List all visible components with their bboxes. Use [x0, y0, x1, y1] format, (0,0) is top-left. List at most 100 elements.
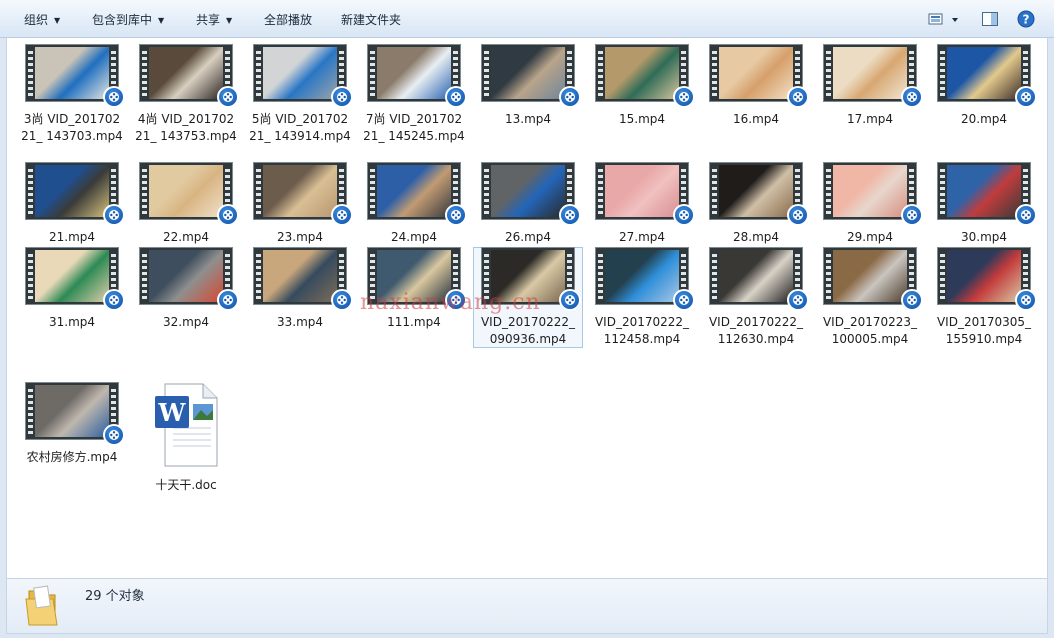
file-item-video[interactable]: 27.mp4	[587, 162, 697, 246]
file-item-video[interactable]: 13.mp4	[473, 44, 583, 128]
word-document-icon: W	[153, 382, 219, 468]
file-name-label: 16.mp4	[732, 112, 780, 126]
file-item-video[interactable]: 15.mp4	[587, 44, 697, 128]
file-name-label: VID_20170223_ 100005.mp4	[822, 315, 918, 346]
video-reel-icon	[217, 289, 239, 311]
video-thumbnail	[481, 44, 581, 108]
video-thumbnail	[937, 247, 1037, 311]
include-in-library-label: 包含到库中	[92, 13, 153, 27]
file-item-video[interactable]: 20.mp4	[929, 44, 1039, 128]
video-thumbnail	[937, 162, 1037, 226]
file-item-video[interactable]: 3尚 VID_20170221_ 143703.mp4	[17, 44, 127, 145]
video-reel-icon	[445, 289, 467, 311]
file-item-video[interactable]: VID_20170305_ 155910.mp4	[929, 247, 1039, 348]
view-options-chevron-down-icon[interactable]	[948, 10, 962, 28]
file-item-video[interactable]: 16.mp4	[701, 44, 811, 128]
video-reel-icon	[559, 289, 581, 311]
file-item-video[interactable]: 26.mp4	[473, 162, 583, 246]
video-thumbnail	[25, 44, 125, 108]
file-item-video[interactable]: 22.mp4	[131, 162, 241, 246]
include-in-library-button[interactable]: 包含到库中 ▼	[92, 11, 164, 29]
file-item-video[interactable]: VID_20170222_ 090936.mp4	[473, 247, 583, 348]
video-thumbnail	[595, 44, 695, 108]
file-item-video[interactable]: 17.mp4	[815, 44, 925, 128]
file-item-video[interactable]: 31.mp4	[17, 247, 127, 331]
file-item-video[interactable]: 111.mp4	[359, 247, 469, 331]
organize-button[interactable]: 组织 ▼	[24, 11, 60, 29]
video-thumbnail	[709, 247, 809, 311]
file-item-video[interactable]: 7尚 VID_20170221_ 145245.mp4	[359, 44, 469, 145]
video-reel-icon	[445, 204, 467, 226]
video-thumbnail	[823, 44, 923, 108]
video-reel-icon	[787, 204, 809, 226]
file-name-label: 111.mp4	[387, 315, 441, 329]
video-thumbnail	[709, 162, 809, 226]
new-folder-button[interactable]: 新建文件夹	[341, 11, 401, 29]
video-thumbnail	[367, 247, 467, 311]
file-name-label: 4尚 VID_20170221_ 143753.mp4	[135, 112, 237, 143]
file-name-label: 28.mp4	[732, 230, 780, 244]
file-item-video[interactable]: 24.mp4	[359, 162, 469, 246]
video-reel-icon	[1015, 204, 1037, 226]
details-pane: 29 个对象	[6, 578, 1048, 634]
chevron-down-icon: ▼	[54, 16, 61, 25]
video-thumbnail	[709, 44, 809, 108]
video-reel-icon	[103, 289, 125, 311]
file-name-label: 21.mp4	[48, 230, 96, 244]
play-all-button[interactable]: 全部播放	[264, 11, 312, 29]
file-name-label: 29.mp4	[846, 230, 894, 244]
video-reel-icon	[787, 86, 809, 108]
help-icon[interactable]: ?	[1017, 10, 1035, 28]
file-name-label: 15.mp4	[618, 112, 666, 126]
new-folder-label: 新建文件夹	[341, 13, 402, 27]
file-list-pane[interactable]: 3尚 VID_20170221_ 143703.mp4 4尚 VID_201702…	[6, 38, 1048, 578]
video-thumbnail	[25, 162, 125, 226]
file-item-video[interactable]: 28.mp4	[701, 162, 811, 246]
video-reel-icon	[1015, 289, 1037, 311]
file-name-label: 5尚 VID_20170221_ 143914.mp4	[249, 112, 351, 143]
video-thumbnail	[139, 44, 239, 108]
file-item-video[interactable]: 30.mp4	[929, 162, 1039, 246]
file-item-video[interactable]: 21.mp4	[17, 162, 127, 246]
play-all-label: 全部播放	[264, 13, 313, 27]
file-name-label: 农村房修方.mp4	[26, 450, 118, 464]
video-thumbnail	[595, 247, 695, 311]
video-thumbnail	[253, 247, 353, 311]
file-item-video[interactable]: 33.mp4	[245, 247, 355, 331]
video-thumbnail	[823, 247, 923, 311]
file-item-video[interactable]: 农村房修方.mp4	[17, 382, 127, 466]
video-thumbnail	[367, 44, 467, 108]
video-thumbnail	[595, 162, 695, 226]
share-button[interactable]: 共享 ▼	[196, 11, 232, 29]
command-bar: 组织 ▼ 包含到库中 ▼ 共享 ▼ 全部播放 新建文件夹 ?	[0, 0, 1054, 38]
svg-text:W: W	[158, 398, 187, 427]
video-thumbnail	[823, 162, 923, 226]
file-item-video[interactable]: 4尚 VID_20170221_ 143753.mp4	[131, 44, 241, 145]
file-name-label: 7尚 VID_20170221_ 145245.mp4	[363, 112, 465, 143]
video-thumbnail	[481, 247, 581, 311]
view-options-icon[interactable]	[928, 10, 946, 28]
file-name-label: 24.mp4	[390, 230, 438, 244]
file-name-label: 26.mp4	[504, 230, 552, 244]
svg-text:?: ?	[1023, 13, 1030, 27]
file-item-video[interactable]: 23.mp4	[245, 162, 355, 246]
file-item-video[interactable]: VID_20170222_ 112630.mp4	[701, 247, 811, 348]
file-item-video[interactable]: VID_20170222_ 112458.mp4	[587, 247, 697, 348]
file-item-video[interactable]: VID_20170223_ 100005.mp4	[815, 247, 925, 348]
video-reel-icon	[331, 204, 353, 226]
video-reel-icon	[1015, 86, 1037, 108]
video-reel-icon	[103, 86, 125, 108]
file-item-video[interactable]: 32.mp4	[131, 247, 241, 331]
video-reel-icon	[673, 204, 695, 226]
video-reel-icon	[901, 204, 923, 226]
video-thumbnail	[481, 162, 581, 226]
file-name-label: 27.mp4	[618, 230, 666, 244]
file-item-video[interactable]: 5尚 VID_20170221_ 143914.mp4	[245, 44, 355, 145]
file-name-label: 22.mp4	[162, 230, 210, 244]
file-name-label: 20.mp4	[960, 112, 1008, 126]
preview-pane-icon[interactable]	[981, 10, 999, 28]
file-item-video[interactable]: 29.mp4	[815, 162, 925, 246]
file-name-label: 十天干.doc	[155, 478, 217, 492]
file-item-doc[interactable]: W 十天干.doc	[131, 382, 241, 494]
video-thumbnail	[25, 247, 125, 311]
